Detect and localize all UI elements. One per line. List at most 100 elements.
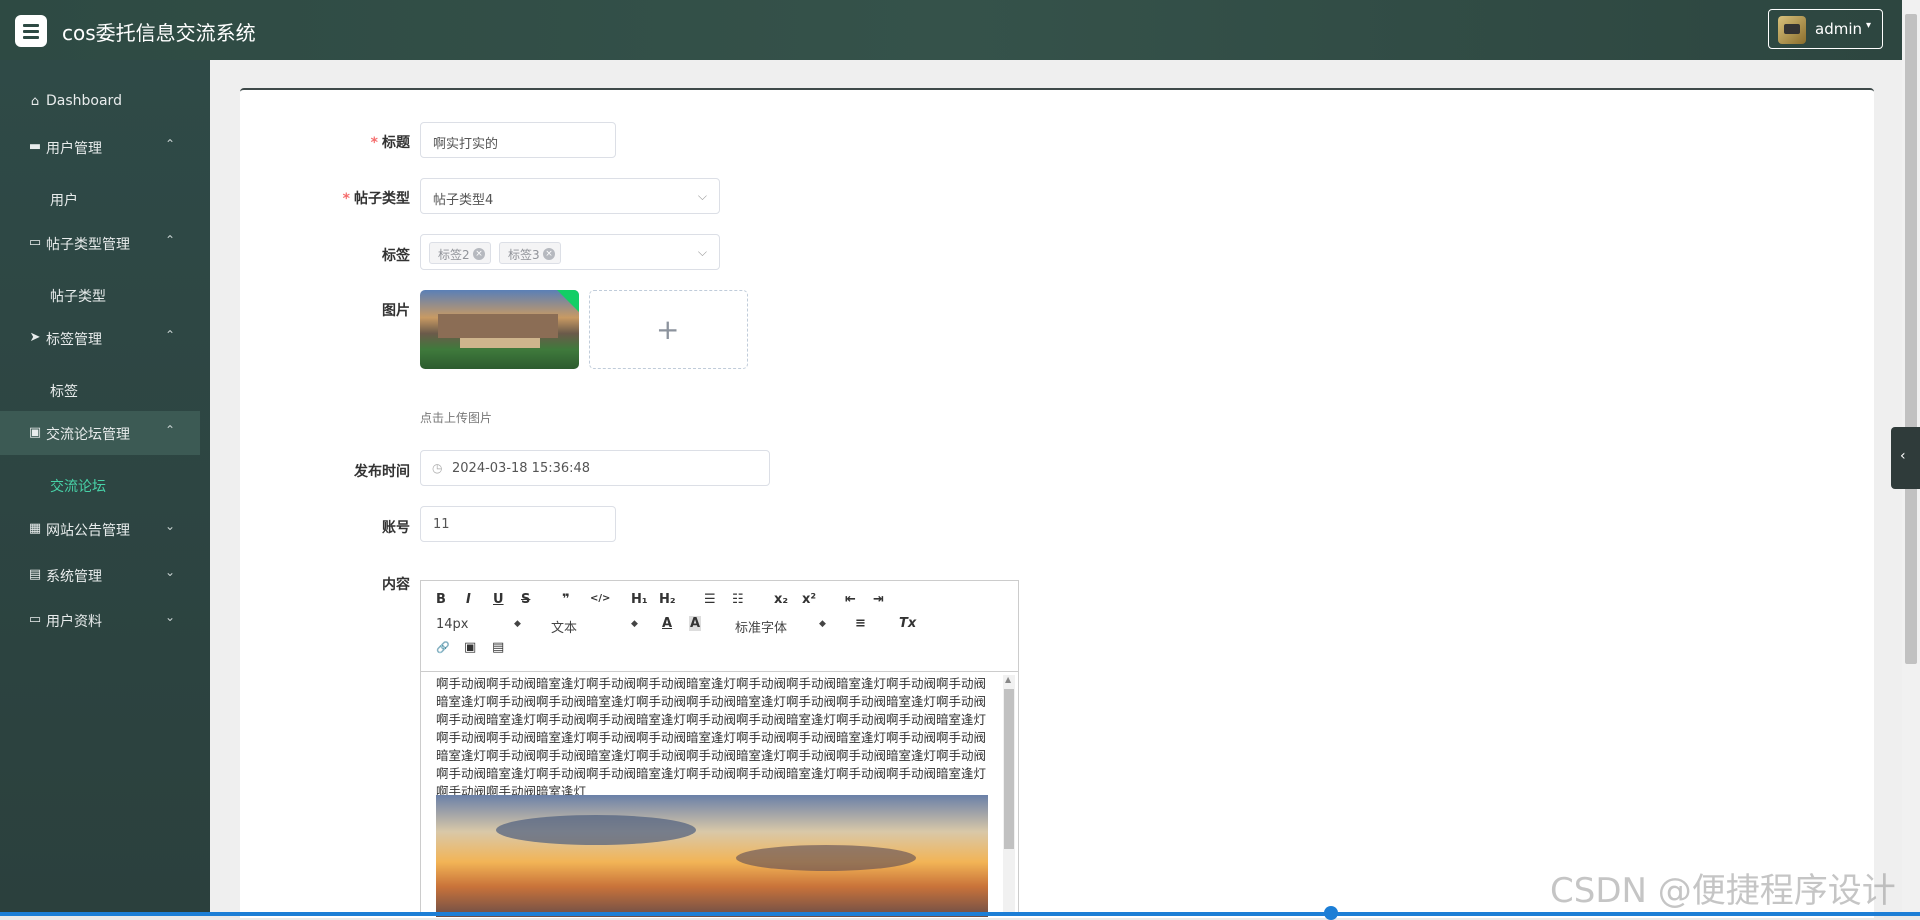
tag-chip-label: 标签3 — [508, 248, 540, 262]
doc-icon: ▤ — [28, 567, 42, 582]
close-icon[interactable]: × — [543, 248, 555, 260]
account-label: 账号 — [382, 520, 410, 536]
code-button[interactable]: </> — [590, 593, 610, 604]
sidebar-item-label: 用户资料 — [46, 614, 102, 630]
clear-format-button[interactable]: Tx — [899, 616, 916, 631]
user-menu-button[interactable]: admin ▾ — [1768, 9, 1883, 49]
sidebar-item-dashboard[interactable]: ⌂ Dashboard — [0, 80, 200, 124]
font-family-select[interactable]: 标准字体 ◆ — [735, 617, 830, 636]
indent-button[interactable]: ⇥ — [873, 592, 884, 607]
ordered-list-button[interactable]: ☰ — [704, 592, 716, 607]
h2-button[interactable]: H₂ — [659, 592, 676, 607]
tags-label: 标签 — [382, 248, 410, 264]
link-button[interactable]: 🔗 — [436, 641, 450, 654]
watermark: CSDN @便捷程序设计 — [1550, 871, 1896, 911]
chevron-up-icon: ⌃ — [165, 233, 176, 247]
sidebar-item-forum-management[interactable]: ▣ 交流论坛管理 ⌃ — [0, 411, 200, 455]
font-size-value: 14px — [436, 617, 469, 632]
chevron-down-icon: ⌄ — [165, 610, 176, 624]
font-color-button[interactable]: A — [662, 616, 672, 631]
sidebar: ⌂ Dashboard ▬ 用户管理 ⌃ 用户 ▭ 帖子类型管理 ⌃ 帖子类型 … — [0, 60, 210, 916]
editor-scrollbar[interactable]: ▲ — [1003, 675, 1015, 915]
sidebar-item-user-management[interactable]: ▬ 用户管理 ⌃ — [0, 125, 200, 169]
chevron-updown-icon: ◆ — [819, 619, 826, 629]
sidebar-item-label: 网站公告管理 — [46, 523, 130, 539]
post-type-label: * 帖子类型 — [342, 191, 410, 207]
account-input[interactable]: 11 — [420, 506, 616, 542]
sidebar-item-system-management[interactable]: ▤ 系统管理 ⌄ — [0, 553, 200, 597]
sidebar-subitem-forum[interactable]: 交流论坛 — [50, 476, 106, 496]
send-icon: ➤ — [29, 330, 41, 345]
chevron-updown-icon: ◆ — [631, 619, 638, 629]
align-button[interactable]: ≡ — [855, 616, 866, 631]
subscript-button[interactable]: x₂ — [774, 592, 788, 607]
publish-time-value: 2024-03-18 15:36:48 — [452, 461, 591, 476]
publish-time-picker[interactable]: ◷ 2024-03-18 15:36:48 — [420, 450, 770, 486]
post-type-value: 帖子类型4 — [433, 193, 494, 208]
background-color-button[interactable]: A — [689, 616, 702, 631]
video-button[interactable]: ▤ — [492, 640, 504, 655]
outdent-button[interactable]: ⇤ — [845, 592, 856, 607]
scrollbar-thumb[interactable] — [1004, 689, 1014, 849]
sidebar-item-label: 用户管理 — [46, 141, 102, 157]
user-name: admin — [1815, 20, 1862, 38]
strike-button[interactable]: S — [521, 592, 530, 607]
scrollbar-thumb[interactable] — [1905, 14, 1917, 664]
sidebar-subitem-post-type[interactable]: 帖子类型 — [50, 286, 106, 306]
title-input-value: 啊实打实的 — [433, 137, 499, 152]
sidebar-item-label: 系统管理 — [46, 569, 102, 585]
close-icon[interactable]: × — [473, 248, 485, 260]
uploaded-image-thumbnail[interactable] — [420, 290, 579, 369]
clock-icon: ◷ — [432, 461, 443, 475]
progress-bar — [0, 912, 1920, 916]
title-input[interactable]: 啊实打实的 — [420, 122, 616, 158]
sidebar-subitem-user[interactable]: 用户 — [50, 190, 78, 210]
menu-toggle-button[interactable] — [15, 15, 47, 47]
plus-icon: + — [656, 313, 680, 346]
image-upload-button[interactable]: + — [589, 290, 748, 369]
editor-content-text[interactable]: 啊手动阀啊手动阀暗室逢灯啊手动阀啊手动阀暗室逢灯啊手动阀啊手动阀暗室逢灯啊手动阀… — [436, 675, 996, 801]
progress-handle[interactable] — [1324, 906, 1338, 920]
tags-select[interactable]: 标签2 × 标签3 × ⌵ — [420, 234, 720, 270]
app-title: cos委托信息交流系统 — [62, 21, 256, 45]
italic-button[interactable]: I — [466, 592, 471, 607]
format-select[interactable]: 文本 ◆ — [551, 617, 641, 636]
post-type-select[interactable]: 帖子类型4 ⌵ — [420, 178, 720, 214]
quote-button[interactable]: ❞ — [562, 592, 570, 607]
chevron-down-icon: ⌄ — [165, 565, 176, 579]
font-family-value: 标准字体 — [735, 621, 788, 636]
font-size-select[interactable]: 14px ◆ — [436, 617, 526, 632]
superscript-button[interactable]: x² — [802, 592, 816, 607]
sidebar-item-label: Dashboard — [46, 93, 122, 109]
chevron-down-icon: ⌵ — [697, 245, 707, 259]
chevron-up-icon: ⌃ — [165, 328, 176, 342]
caret-down-icon: ▾ — [1866, 20, 1872, 31]
content-label: 内容 — [382, 577, 410, 593]
account-value: 11 — [433, 517, 450, 532]
sidebar-item-post-type-management[interactable]: ▭ 帖子类型管理 ⌃ — [0, 221, 200, 265]
bullet-list-button[interactable]: ☷ — [732, 592, 744, 607]
chevron-up-icon: ⌃ — [165, 137, 176, 151]
chevron-up-icon: ⌃ — [165, 423, 176, 437]
h1-button[interactable]: H₁ — [631, 592, 648, 607]
title-label: * 标题 — [370, 135, 410, 151]
monitor-icon: ▭ — [28, 235, 42, 250]
editor-embedded-image — [436, 795, 988, 917]
upload-hint: 点击上传图片 — [420, 411, 493, 425]
bold-button[interactable]: B — [436, 592, 446, 607]
sidebar-item-user-profile[interactable]: ▭ 用户资料 ⌄ — [0, 598, 200, 642]
rich-text-editor[interactable]: B I U S ❞ </> H₁ H₂ ☰ ☷ x₂ x² ⇤ ⇥ 14px ◆… — [420, 580, 1019, 917]
format-value: 文本 — [551, 621, 578, 636]
check-badge-icon — [557, 290, 579, 312]
chevron-left-icon: ‹ — [1900, 448, 1906, 464]
side-panel-toggle[interactable]: ‹ — [1891, 427, 1920, 489]
underline-button[interactable]: U — [493, 592, 504, 607]
sidebar-item-announcement-management[interactable]: ▦ 网站公告管理 ⌄ — [0, 507, 200, 551]
sidebar-subitem-tag[interactable]: 标签 — [50, 381, 78, 401]
image-button[interactable]: ▣ — [464, 640, 476, 655]
sidebar-item-label: 帖子类型管理 — [46, 237, 130, 253]
calendar-icon: ▭ — [28, 612, 42, 627]
image-label: 图片 — [382, 303, 410, 319]
scroll-up-icon[interactable]: ▲ — [1005, 675, 1011, 684]
sidebar-item-tag-management[interactable]: ➤ 标签管理 ⌃ — [0, 316, 200, 360]
